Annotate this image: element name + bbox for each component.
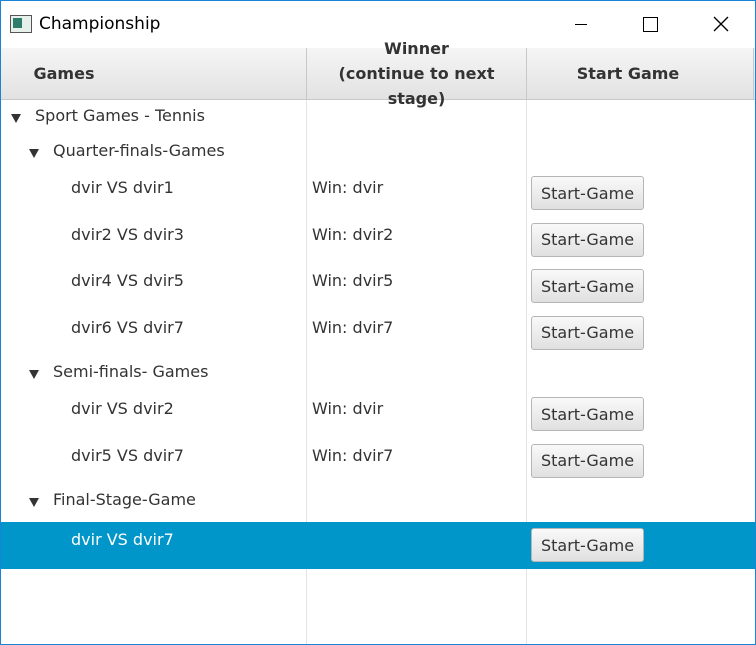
table-row[interactable]: dvir4 VS dvir5 Win: dvir5 Start-Game <box>1 263 755 310</box>
start-game-button[interactable]: Start-Game <box>531 176 644 210</box>
games-tree-table[interactable]: Games Winner (continue to next stage) St… <box>1 39 755 644</box>
close-button[interactable] <box>698 1 744 47</box>
table-row[interactable]: dvir VS dvir2 Win: dvir Start-Game <box>1 391 755 438</box>
header-games[interactable]: Games <box>1 48 127 99</box>
table-row[interactable]: dvir5 VS dvir7 Win: dvir7 Start-Game <box>1 438 755 485</box>
start-game-button[interactable]: Start-Game <box>531 222 644 257</box>
expand-arrow-icon[interactable] <box>29 498 39 507</box>
winner-label: Win: dvir2 <box>312 224 394 244</box>
game-label: dvir4 VS dvir5 <box>71 271 184 290</box>
game-label: Quarter-finals-Games <box>53 141 225 160</box>
minimize-button[interactable] <box>559 1 605 47</box>
expand-arrow-icon[interactable] <box>29 370 39 379</box>
game-label: dvir VS dvir1 <box>71 178 174 197</box>
table-row[interactable]: dvir VS dvir1 Win: dvir Start-Game <box>1 170 755 217</box>
tree-group-row[interactable]: Quarter-finals-Games <box>1 135 755 170</box>
winner-label: Win: dvir <box>312 399 384 418</box>
maximize-icon <box>643 17 658 32</box>
championship-window: Championship Games Winner (continue to n… <box>0 0 756 645</box>
header-winner-line1: Winner <box>384 39 449 58</box>
table-row[interactable]: dvir6 VS dvir7 Win: dvir7 Start-Game <box>1 310 755 357</box>
winner-label: Win: dvir7 <box>312 445 394 465</box>
game-label: Sport Games - Tennis <box>35 106 205 125</box>
app-window-icon <box>10 15 32 33</box>
game-label: dvir6 VS dvir7 <box>71 317 184 337</box>
game-label: dvir VS dvir2 <box>71 399 174 418</box>
start-game-button[interactable]: Start-Game <box>531 315 644 350</box>
header-winner[interactable]: Winner (continue to next stage) <box>307 39 526 108</box>
game-label: Semi-finals- Games <box>53 362 209 381</box>
start-game-button[interactable]: Start-Game <box>531 397 644 431</box>
close-icon <box>713 16 729 32</box>
game-label: dvir VS dvir7 <box>71 530 174 549</box>
header-start-game[interactable]: Start Game <box>527 48 729 99</box>
table-row[interactable]: dvir2 VS dvir3 Win: dvir2 Start-Game <box>1 217 755 264</box>
expand-arrow-icon[interactable] <box>29 149 39 158</box>
winner-label: Win: dvir <box>312 178 384 197</box>
game-label: dvir2 VS dvir3 <box>71 224 184 244</box>
table-header: Games Winner (continue to next stage) St… <box>1 39 755 108</box>
minimize-icon <box>575 24 587 25</box>
winner-label: Win: dvir5 <box>312 271 394 290</box>
game-label: Final-Stage-Game <box>53 490 196 509</box>
start-game-button[interactable]: Start-Game <box>531 443 644 478</box>
window-title: Championship <box>39 14 161 34</box>
start-game-button[interactable]: Start-Game <box>531 269 644 303</box>
start-game-button[interactable]: Start-Game <box>531 528 644 562</box>
expand-arrow-icon[interactable] <box>11 114 21 123</box>
table-row[interactable]: dvir VS dvir7 Start-Game <box>1 522 755 569</box>
winner-label: Win: dvir7 <box>312 317 394 337</box>
game-label: dvir5 VS dvir7 <box>71 445 184 465</box>
tree-group-row[interactable]: Sport Games - Tennis <box>1 100 755 135</box>
maximize-button[interactable] <box>628 1 674 47</box>
title-bar[interactable]: Championship <box>1 1 755 47</box>
tree-group-row[interactable]: Semi-finals- Games <box>1 356 755 391</box>
tree-group-row[interactable]: Final-Stage-Game <box>1 484 755 519</box>
